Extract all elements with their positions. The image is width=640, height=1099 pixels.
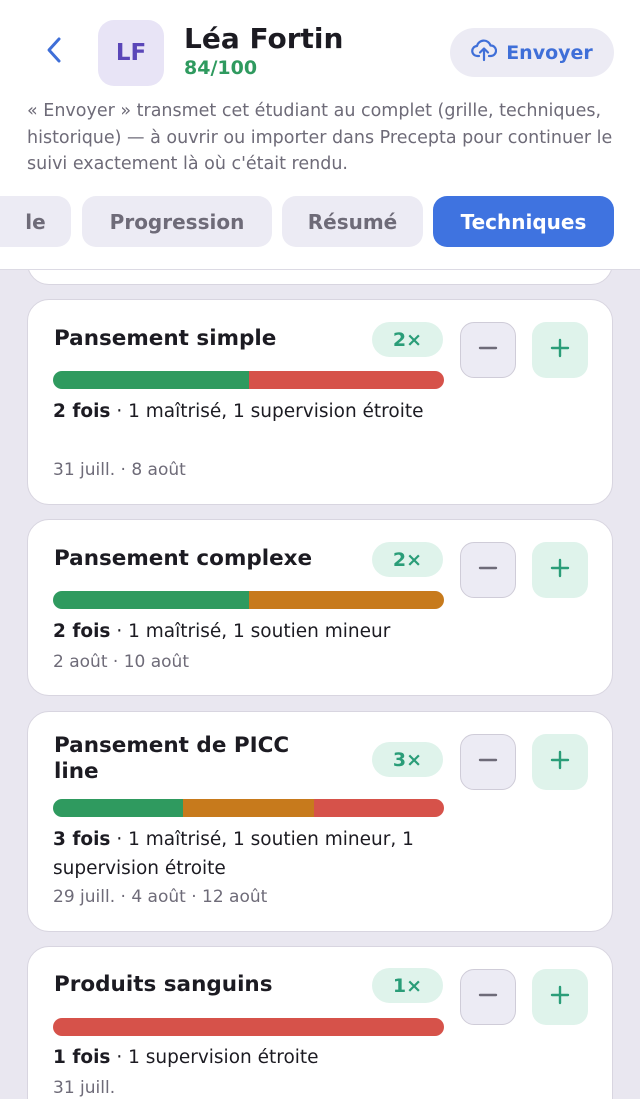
- student-score: 84/100: [184, 57, 258, 79]
- increment-button[interactable]: [532, 542, 588, 598]
- count-badge: 3×: [372, 742, 443, 777]
- progress-segment-close-supervision: [53, 1018, 444, 1036]
- technique-dates: 31 juill.: [53, 1078, 116, 1098]
- progress-segment-close-supervision: [248, 371, 444, 389]
- technique-title: Pansement simple: [54, 326, 277, 351]
- progress-bar: [53, 591, 444, 609]
- app-header: LF Léa Fortin 84/100 Envoyer « Envoyer »…: [0, 0, 640, 270]
- minus-icon: [477, 984, 499, 1010]
- technique-summary: 2 fois · 1 maîtrisé, 1 soutien mineur: [53, 621, 391, 642]
- progress-segment-minor-support: [183, 799, 314, 817]
- technique-summary: 2 fois · 1 maîtrisé, 1 supervision étroi…: [53, 401, 424, 422]
- chevron-left-icon: [44, 36, 64, 68]
- progress-segment-mastered: [53, 799, 184, 817]
- tab-grille[interactable]: le: [0, 196, 71, 247]
- send-button[interactable]: Envoyer: [450, 28, 614, 77]
- technique-dates: 2 août · 10 août: [53, 652, 189, 672]
- progress-segment-minor-support: [248, 591, 444, 609]
- minus-icon: [477, 749, 499, 775]
- tab-bar: le Progression Résumé Techniques: [0, 196, 640, 248]
- tab-resume[interactable]: Résumé: [282, 196, 423, 247]
- plus-icon: [549, 557, 571, 583]
- technique-summary: 1 fois · 1 supervision étroite: [53, 1047, 319, 1068]
- plus-icon: [549, 984, 571, 1010]
- technique-dates: 29 juill. · 4 août · 12 août: [53, 887, 268, 907]
- decrement-button[interactable]: [460, 969, 516, 1025]
- technique-card: Produits sanguins 1× 1 fois · 1 supervis…: [27, 946, 613, 1099]
- cloud-upload-icon: [471, 38, 498, 67]
- technique-card: Pansement de PICC line 3× 3 fois · 1 maî…: [27, 711, 613, 932]
- technique-title: Produits sanguins: [54, 972, 273, 997]
- tab-progression[interactable]: Progression: [82, 196, 272, 247]
- decrement-button[interactable]: [460, 542, 516, 598]
- increment-button[interactable]: [532, 734, 588, 790]
- send-button-label: Envoyer: [506, 41, 593, 64]
- technique-card: Pansement simple 2× 2 fois · 1 maîtrisé,…: [27, 299, 613, 505]
- progress-bar: [53, 799, 444, 817]
- progress-segment-mastered: [53, 591, 249, 609]
- back-button[interactable]: [34, 32, 74, 72]
- minus-icon: [477, 337, 499, 363]
- decrement-button[interactable]: [460, 734, 516, 790]
- progress-bar: [53, 1018, 444, 1036]
- send-description: « Envoyer » transmet cet étudiant au com…: [27, 101, 613, 174]
- decrement-button[interactable]: [460, 322, 516, 378]
- count-badge: 1×: [372, 968, 443, 1003]
- count-badge: 2×: [372, 542, 443, 577]
- avatar: LF: [98, 20, 164, 86]
- technique-summary: 3 fois · 1 maîtrisé, 1 soutien mineur, 1…: [53, 829, 414, 879]
- technique-title: Pansement complexe: [54, 546, 313, 571]
- progress-segment-mastered: [53, 371, 249, 389]
- technique-title: Pansement de PICC line: [54, 733, 290, 784]
- tab-techniques[interactable]: Techniques: [433, 196, 614, 247]
- progress-segment-close-supervision: [313, 799, 444, 817]
- progress-bar: [53, 371, 444, 389]
- technique-card: Pansement complexe 2× 2 fois · 1 maîtris…: [27, 519, 613, 696]
- plus-icon: [549, 337, 571, 363]
- minus-icon: [477, 557, 499, 583]
- plus-icon: [549, 749, 571, 775]
- technique-dates: 31 juill. · 8 août: [53, 460, 186, 480]
- student-name: Léa Fortin: [184, 22, 344, 55]
- increment-button[interactable]: [532, 969, 588, 1025]
- count-badge: 2×: [372, 322, 443, 357]
- increment-button[interactable]: [532, 322, 588, 378]
